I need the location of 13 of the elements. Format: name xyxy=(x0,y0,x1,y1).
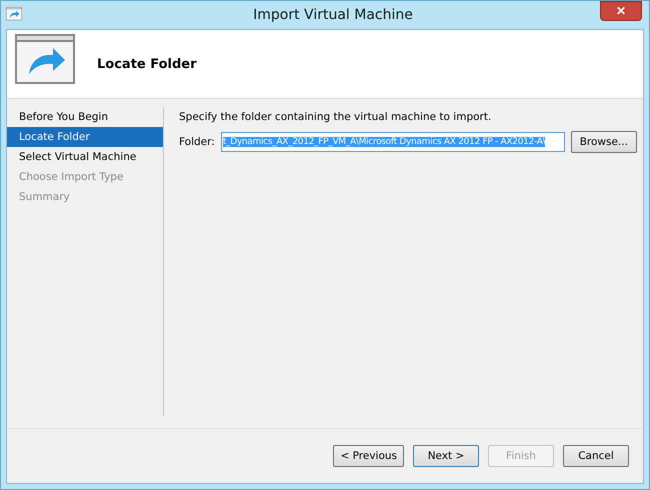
page-title: Locate Folder xyxy=(97,56,197,72)
instruction-text: Specify the folder containing the virtual machine to import. xyxy=(179,111,492,123)
wizard-button[interactable]: < Previous xyxy=(333,445,404,467)
browse-button[interactable]: Browse... xyxy=(570,131,637,153)
wizard-step[interactable]: Locate Folder xyxy=(7,127,163,147)
wizard-button[interactable]: Next > xyxy=(413,445,479,467)
wizard-step[interactable]: Before You Begin xyxy=(7,107,163,127)
window-icon xyxy=(6,7,22,23)
folder-label: Folder: xyxy=(179,136,215,148)
wizard-button[interactable]: Cancel xyxy=(563,445,629,467)
wizard-step[interactable]: Select Virtual Machine xyxy=(7,147,163,167)
close-button[interactable]: ✕ xyxy=(600,1,642,21)
window-title: Import Virtual Machine xyxy=(253,7,413,23)
